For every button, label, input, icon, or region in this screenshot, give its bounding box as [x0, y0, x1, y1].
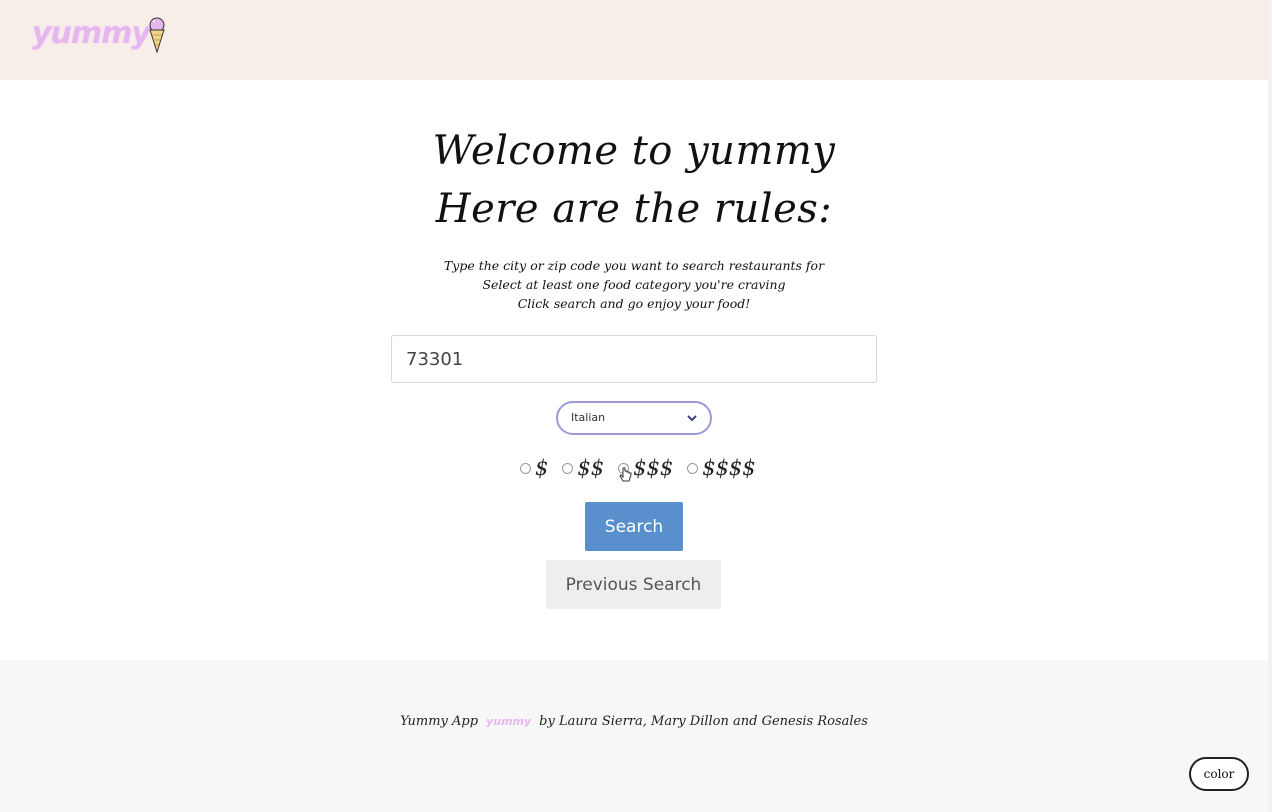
price-filter: $ $$ $$$ $$$$	[520, 453, 770, 483]
rule-text: Type the city or zip code you want to se…	[443, 258, 825, 273]
welcome-title: Welcome to yummy	[432, 128, 836, 174]
site-header: yummy	[0, 0, 1268, 80]
rule-text: Click search and go enjoy your food!	[517, 296, 751, 311]
footer-logo: yummy	[486, 715, 532, 728]
chevron-down-icon	[687, 415, 697, 422]
hand-cursor-icon	[619, 467, 632, 482]
search-button[interactable]: Search	[585, 502, 683, 551]
price-option-4[interactable]: $$$$	[687, 456, 756, 480]
site-footer: Yummy App yummy by Laura Sierra, Mary Di…	[0, 660, 1268, 812]
price-label: $$$$	[702, 456, 756, 480]
credits: Yummy App yummy by Laura Sierra, Mary Di…	[0, 714, 1268, 729]
price-option-1[interactable]: $	[520, 456, 548, 480]
location-search-input[interactable]	[391, 335, 877, 383]
ice-cream-icon	[149, 17, 165, 54]
price-label: $$$	[633, 456, 674, 480]
price-label: $$	[577, 456, 605, 480]
category-selected-value: Italian	[571, 411, 606, 424]
previous-search-button[interactable]: Previous Search	[546, 560, 721, 609]
logo-text: yummy	[32, 16, 151, 51]
color-toggle-button[interactable]: color	[1189, 757, 1249, 791]
credit-prefix: Yummy App	[400, 714, 479, 729]
price-radio[interactable]	[562, 462, 574, 474]
window-edge	[1268, 0, 1272, 812]
price-radio[interactable]	[520, 462, 531, 474]
rule-text: Select at least one food category you're…	[482, 277, 786, 292]
rules-title: Here are the rules:	[435, 186, 833, 232]
price-option-2[interactable]: $$	[562, 456, 604, 480]
credit-authors: by Laura Sierra, Mary Dillon and Genesis…	[539, 714, 868, 729]
price-label: $	[535, 456, 549, 480]
main-content: Welcome to yummy Here are the rules: Typ…	[0, 80, 1268, 660]
yummy-logo[interactable]: yummy	[32, 14, 168, 54]
price-radio[interactable]	[687, 462, 699, 474]
category-select[interactable]: Italian	[556, 401, 712, 435]
